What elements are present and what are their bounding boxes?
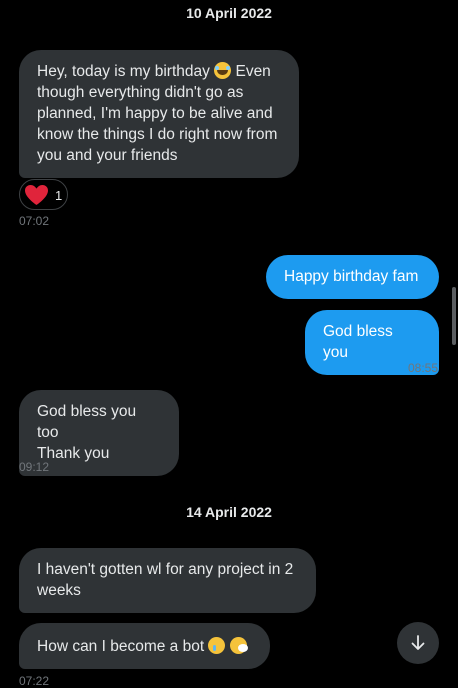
message-text: I haven't gotten wl for any project in 2… <box>37 561 294 599</box>
incoming-message-birthday[interactable]: Hey, today is my birthday Even though ev… <box>19 50 299 178</box>
message-text: How can I become a bot <box>37 638 209 655</box>
message-text-line-1: God bless you too <box>37 403 137 441</box>
incoming-message-wl[interactable]: I haven't gotten wl for any project in 2… <box>19 548 316 613</box>
red-heart-icon <box>25 185 48 205</box>
incoming-message-become-bot[interactable]: How can I become a bot <box>19 623 270 669</box>
scroll-to-bottom-button[interactable] <box>397 622 439 664</box>
message-text: Hey, today is my birthday <box>37 63 215 80</box>
date-separator-2: 14 April 2022 <box>186 504 272 520</box>
crying-face-icon <box>208 637 226 654</box>
date-separator-1: 10 April 2022 <box>186 5 272 21</box>
message-timestamp: 08:55 <box>408 361 439 375</box>
message-text: God bless you <box>323 323 393 361</box>
message-timestamp: 09:12 <box>19 460 50 474</box>
message-text: Happy birthday fam <box>284 268 419 285</box>
message-text-line-2: Thank you <box>37 445 110 462</box>
scrollbar-thumb[interactable] <box>452 287 456 345</box>
outgoing-message-happy-birthday[interactable]: Happy birthday fam <box>266 255 439 299</box>
message-timestamp: 07:22 <box>19 674 50 688</box>
heart-reaction-badge[interactable]: 1 <box>19 179 68 210</box>
face-with-tears-of-joy-icon <box>214 62 232 79</box>
reaction-count: 1 <box>55 188 63 203</box>
sneezing-face-icon <box>229 637 248 654</box>
message-timestamp: 07:02 <box>19 214 50 228</box>
arrow-down-icon <box>411 635 425 650</box>
